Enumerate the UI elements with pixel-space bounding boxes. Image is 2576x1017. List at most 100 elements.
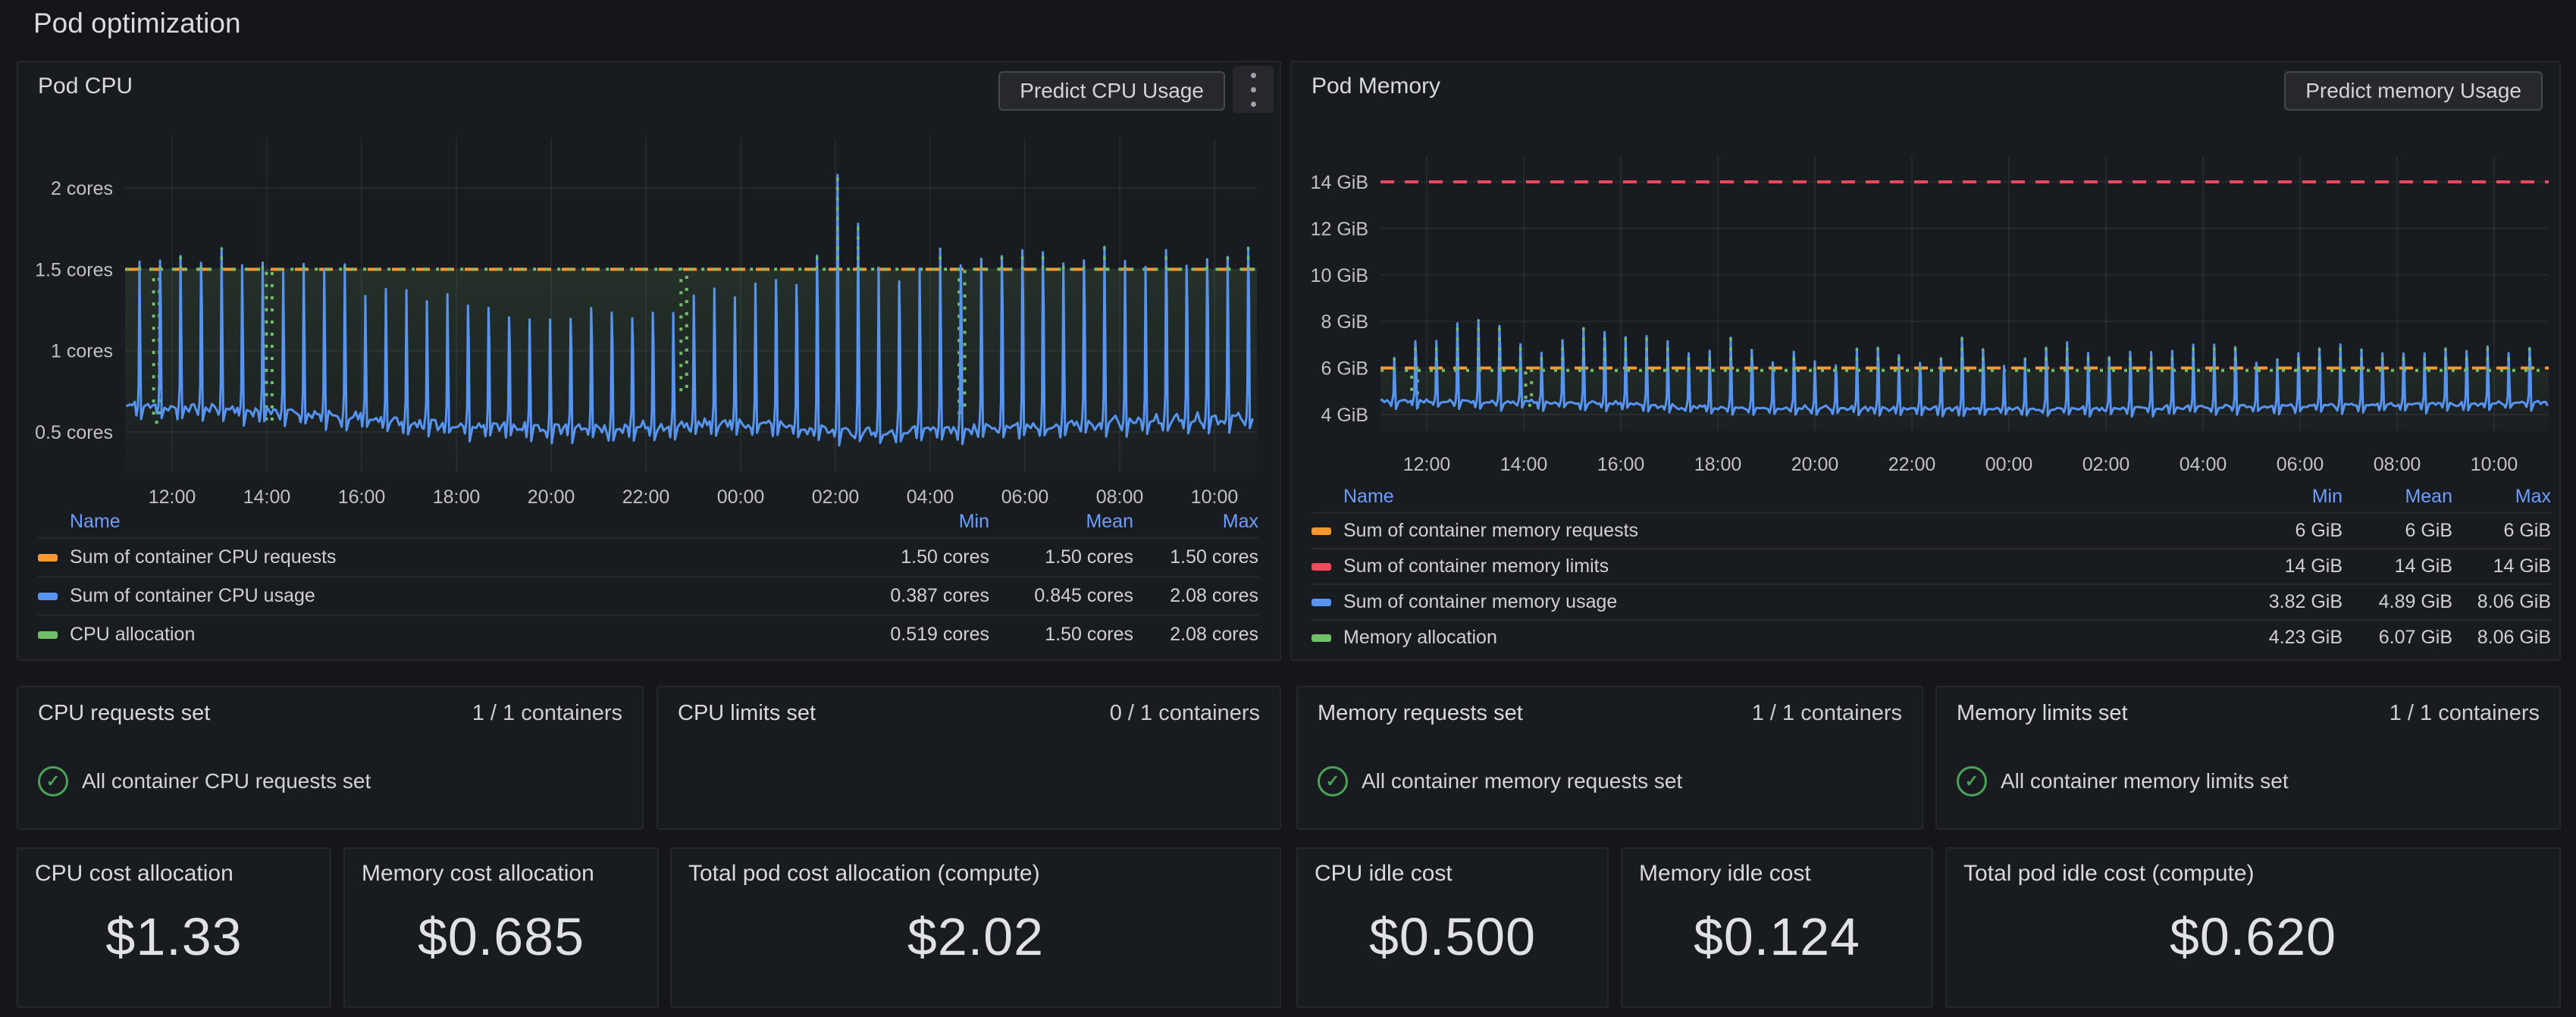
panel-cpu-cost-allocation: CPU cost allocation $1.33	[17, 847, 331, 1008]
stat-value: $0.124	[1639, 887, 1915, 1006]
series-max: 8.06 GiB	[2452, 627, 2551, 649]
svg-text:14 GiB: 14 GiB	[1311, 172, 1368, 193]
panel-total-pod-cost-allocation: Total pod cost allocation (compute) $2.0…	[670, 847, 1281, 1008]
stat-title: CPU idle cost	[1315, 861, 1590, 887]
pod-memory-chart-canvas[interactable]: 4 GiB6 GiB8 GiB10 GiB12 GiB14 GiB12:0014…	[1292, 111, 2559, 490]
legend-row: Sum of container memory requests 6 GiB 6…	[1312, 512, 2551, 548]
panel-memory-idle-cost: Memory idle cost $0.124	[1621, 847, 1933, 1008]
legend-row: Sum of container memory limits 14 GiB 14…	[1312, 548, 2551, 584]
svg-text:04:00: 04:00	[907, 487, 954, 508]
stat-title: Memory cost allocation	[362, 861, 641, 887]
svg-text:02:00: 02:00	[2082, 454, 2130, 475]
stat-title: Total pod cost allocation (compute)	[688, 861, 1263, 887]
legend-series-label[interactable]: Sum of container CPU usage	[38, 585, 838, 607]
stat-title: Total pod idle cost (compute)	[1963, 861, 2543, 887]
series-color-swatch	[1312, 527, 1331, 535]
stat-count: 1 / 1 containers	[472, 701, 622, 726]
panel-cpu-limits-set: CPU limits set 0 / 1 containers ✓	[657, 686, 1281, 830]
legend-row: Sum of container CPU requests 1.50 cores…	[38, 537, 1258, 576]
legend-header-name: Name	[38, 511, 838, 533]
panel-cpu-idle-cost: CPU idle cost $0.500	[1296, 847, 1609, 1008]
series-name: Sum of container memory usage	[1343, 591, 1617, 613]
stat-count: 0 / 1 containers	[1110, 701, 1260, 726]
legend-series-label[interactable]: Sum of container memory usage	[1312, 591, 2229, 613]
series-max: 2.08 cores	[1133, 585, 1258, 607]
series-color-swatch	[38, 554, 58, 562]
pod-cpu-chart-canvas[interactable]: 0.5 cores1 cores1.5 cores2 cores12:0014:…	[18, 111, 1280, 521]
stat-message-row: ✓ All container CPU requests set	[38, 766, 622, 796]
series-min: 1.50 cores	[838, 546, 989, 568]
legend-header-min[interactable]: Min	[838, 511, 989, 533]
predict-memory-usage-button[interactable]: Predict memory Usage	[2284, 71, 2543, 111]
svg-text:06:00: 06:00	[1001, 487, 1049, 508]
legend-series-label[interactable]: Memory allocation	[1312, 627, 2229, 649]
kebab-menu-icon[interactable]	[1233, 66, 1274, 113]
svg-text:16:00: 16:00	[338, 487, 386, 508]
pod-memory-header: Pod Memory Predict memory Usage	[1292, 62, 2559, 111]
svg-text:10:00: 10:00	[1191, 487, 1239, 508]
svg-text:20:00: 20:00	[1791, 454, 1839, 475]
legend-series-label[interactable]: Sum of container memory requests	[1312, 520, 2229, 542]
stat-value: $1.33	[35, 887, 313, 1006]
series-color-swatch	[1312, 634, 1331, 642]
svg-text:10 GiB: 10 GiB	[1311, 265, 1368, 286]
legend-header-max[interactable]: Max	[1133, 511, 1258, 533]
pod-cpu-legend: Name Min Mean Max Sum of container CPU r…	[38, 506, 1258, 653]
stat-value: $0.620	[1963, 887, 2543, 1006]
stat-count: 1 / 1 containers	[2390, 701, 2540, 726]
legend-header-mean[interactable]: Mean	[989, 511, 1133, 533]
svg-text:00:00: 00:00	[1985, 454, 2033, 475]
series-name: CPU allocation	[70, 624, 195, 646]
legend-header-min[interactable]: Min	[2229, 486, 2343, 508]
stat-value: $0.500	[1315, 887, 1590, 1006]
series-name: Sum of container CPU requests	[70, 546, 337, 568]
svg-text:06:00: 06:00	[2277, 454, 2324, 475]
pod-cpu-header: Pod CPU Predict CPU Usage	[18, 62, 1280, 111]
page-title: Pod optimization	[33, 8, 241, 39]
svg-text:18:00: 18:00	[433, 487, 481, 508]
legend-header-name: Name	[1312, 486, 2229, 508]
svg-text:18:00: 18:00	[1694, 454, 1742, 475]
svg-text:4 GiB: 4 GiB	[1321, 405, 1368, 426]
legend-row: CPU allocation 0.519 cores 1.50 cores 2.…	[38, 615, 1258, 653]
svg-text:22:00: 22:00	[622, 487, 670, 508]
svg-text:16:00: 16:00	[1597, 454, 1645, 475]
svg-text:08:00: 08:00	[2374, 454, 2421, 475]
svg-text:2 cores: 2 cores	[51, 178, 113, 199]
stat-title: Memory requests set	[1318, 701, 1523, 726]
legend-header-max[interactable]: Max	[2452, 486, 2551, 508]
series-mean: 1.50 cores	[989, 546, 1133, 568]
legend-series-label[interactable]: Sum of container CPU requests	[38, 546, 838, 568]
legend-header-mean[interactable]: Mean	[2343, 486, 2452, 508]
stat-value: $0.685	[362, 887, 641, 1006]
check-circle-icon: ✓	[1957, 766, 1987, 796]
panel-cpu-requests-set: CPU requests set 1 / 1 containers ✓ All …	[17, 686, 644, 830]
svg-text:6 GiB: 6 GiB	[1321, 358, 1368, 380]
svg-text:12:00: 12:00	[1403, 454, 1451, 475]
pod-memory-legend: Name Min Mean Max Sum of container memor…	[1312, 481, 2551, 655]
series-name: Memory allocation	[1343, 627, 1497, 649]
svg-text:14:00: 14:00	[243, 487, 291, 508]
stat-value: $2.02	[688, 887, 1263, 1006]
panel-memory-limits-set: Memory limits set 1 / 1 containers ✓ All…	[1935, 686, 2561, 830]
panel-total-pod-idle-cost: Total pod idle cost (compute) $0.620	[1945, 847, 2561, 1008]
check-circle-icon: ✓	[38, 766, 68, 796]
series-min: 14 GiB	[2229, 555, 2343, 577]
stat-message-row: ✓ All container memory limits set	[1957, 766, 2540, 796]
series-max: 1.50 cores	[1133, 546, 1258, 568]
legend-series-label[interactable]: CPU allocation	[38, 624, 838, 646]
svg-text:1.5 cores: 1.5 cores	[35, 259, 113, 280]
panel-pod-memory: Pod Memory Predict memory Usage 4 GiB 6 G…	[1290, 61, 2561, 661]
svg-text:02:00: 02:00	[812, 487, 860, 508]
panel-pod-cpu: Pod CPU Predict CPU Usage 0.5 cores1 cor…	[17, 61, 1281, 661]
legend-row: Sum of container memory usage 3.82 GiB 4…	[1312, 584, 2551, 619]
pod-memory-title: Pod Memory	[1312, 74, 1440, 99]
legend-header-row: Name Min Mean Max	[1312, 481, 2551, 512]
series-max: 6 GiB	[2452, 520, 2551, 542]
legend-series-label[interactable]: Sum of container memory limits	[1312, 555, 2229, 577]
svg-text:08:00: 08:00	[1096, 487, 1144, 508]
predict-cpu-usage-button[interactable]: Predict CPU Usage	[998, 71, 1225, 111]
series-color-swatch	[1312, 599, 1331, 606]
series-max: 8.06 GiB	[2452, 591, 2551, 613]
panel-memory-requests-set: Memory requests set 1 / 1 containers ✓ A…	[1296, 686, 1923, 830]
